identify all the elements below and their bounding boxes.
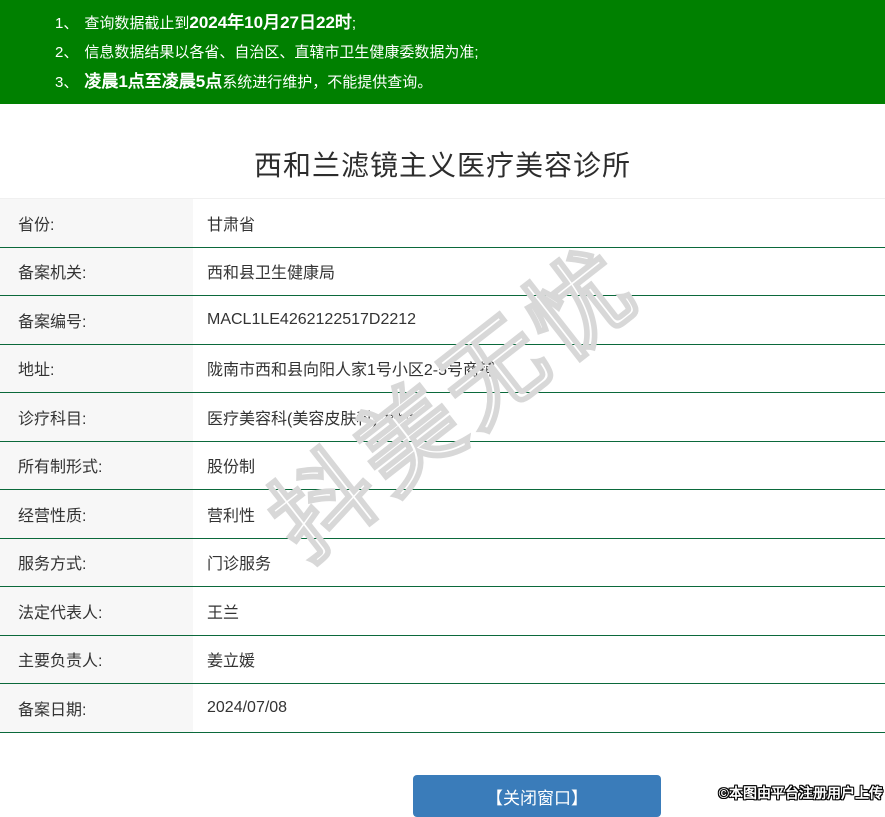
row-value: 西和县卫生健康局: [193, 247, 885, 295]
upload-attribution-watermark: ©本图由平台注册用户上传: [718, 785, 883, 801]
row-label: 主要负责人:: [0, 635, 193, 683]
notice-text: 信息数据结果以各省、自治区、直辖市卫生健康委数据为准;: [84, 44, 479, 61]
row-label: 经营性质:: [0, 490, 193, 538]
notice-number: 3、: [55, 74, 79, 91]
row-label: 备案日期:: [0, 684, 193, 732]
row-value: MACL1LE4262122517D2212: [193, 296, 885, 344]
notice-text-bold: 凌晨1点至凌晨5点: [84, 72, 223, 91]
notice-bar: 1、 查询数据截止到2024年10月27日22时; 2、 信息数据结果以各省、自治区、…: [0, 0, 885, 104]
table-row: 备案编号: MACL1LE4262122517D2212: [0, 296, 885, 345]
row-label: 服务方式:: [0, 538, 193, 586]
table-row: 诊疗科目: 医疗美容科(美容皮肤科)******: [0, 393, 885, 442]
notice-text-bold: 2024年10月27日22时: [189, 13, 352, 32]
row-value: 姜立媛: [193, 635, 885, 683]
row-value: 王兰: [193, 587, 885, 635]
row-label: 省份:: [0, 199, 193, 247]
row-label: 所有制形式:: [0, 441, 193, 489]
notice-item: 3、 凌晨1点至凌晨5点系统进行维护，不能提供查询。: [55, 67, 875, 97]
table-row: 服务方式: 门诊服务: [0, 538, 885, 587]
records-table: 省份: 甘肃省 备案机关: 西和县卫生健康局 备案编号: MACL1LE426212251…: [0, 198, 885, 733]
row-value: 营利性: [193, 490, 885, 538]
table-row: 省份: 甘肃省: [0, 199, 885, 248]
page-title: 西和兰滤镜主义医疗美容诊所: [253, 150, 631, 181]
table-row: 备案日期: 2024/07/08: [0, 684, 885, 733]
table-row: 法定代表人: 王兰: [0, 587, 885, 636]
row-value: 陇南市西和县向阳人家1号小区2-5号商铺: [193, 344, 885, 392]
table-row: 所有制形式: 股份制: [0, 441, 885, 490]
row-value: 2024/07/08: [193, 684, 885, 732]
notice-item: 2、 信息数据结果以各省、自治区、直辖市卫生健康委数据为准;: [55, 38, 875, 67]
row-label: 备案编号:: [0, 296, 193, 344]
table-row: 备案机关: 西和县卫生健康局: [0, 247, 885, 296]
row-label: 诊疗科目:: [0, 393, 193, 441]
table-row: 地址: 陇南市西和县向阳人家1号小区2-5号商铺: [0, 344, 885, 393]
notice-number: 1、: [55, 15, 79, 32]
notice-list: 1、 查询数据截止到2024年10月27日22时; 2、 信息数据结果以各省、自治区、…: [55, 8, 875, 97]
row-value: 门诊服务: [193, 538, 885, 586]
notice-item: 1、 查询数据截止到2024年10月27日22时;: [55, 8, 875, 38]
notice-number: 2、: [55, 44, 79, 61]
row-value: 股份制: [193, 441, 885, 489]
row-value: 甘肃省: [193, 199, 885, 247]
close-window-button[interactable]: 【关闭窗口】: [413, 775, 661, 817]
notice-text: ;: [351, 15, 357, 32]
notice-text: 查询数据截止到: [84, 15, 190, 32]
row-label: 法定代表人:: [0, 587, 193, 635]
table-row: 主要负责人: 姜立媛: [0, 635, 885, 684]
row-label: 备案机关:: [0, 247, 193, 295]
row-value: 医疗美容科(美容皮肤科)******: [193, 393, 885, 441]
row-label: 地址:: [0, 344, 193, 392]
notice-text: 系统进行维护，不能提供查询。: [222, 74, 433, 91]
table-row: 经营性质: 营利性: [0, 490, 885, 539]
